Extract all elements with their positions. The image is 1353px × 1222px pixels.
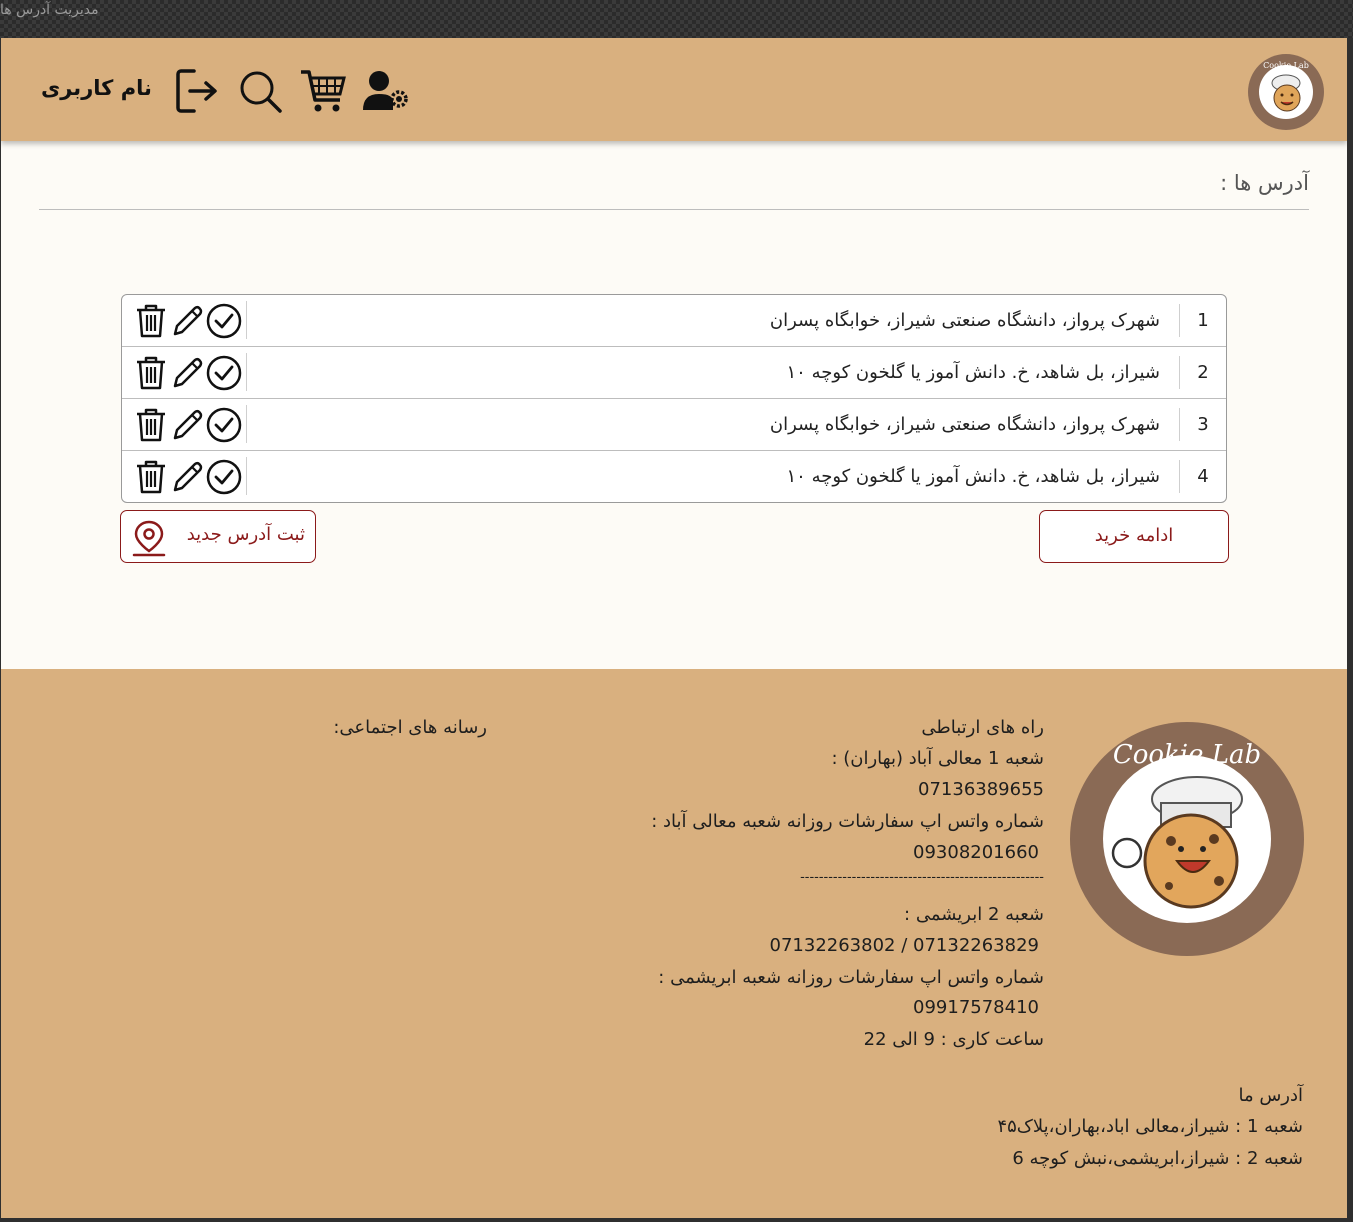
svg-text:Cookie Lab: Cookie Lab (1113, 740, 1261, 770)
branch2-address: شعبه 2 : شیراز،ابریشمی،نبش کوچه 6 (1012, 1148, 1303, 1169)
address-row[interactable]: 3 شهرک پرواز، دانشگاه صنعتی شیراز، خوابگا… (122, 399, 1226, 451)
address-actions (122, 457, 247, 495)
location-pin-icon (132, 520, 166, 557)
window-title: مدیریت آدرس ها (0, 2, 99, 18)
new-address-label: ثبت آدرس جدید (186, 524, 305, 545)
address-number: 1 (1179, 304, 1226, 337)
branch2-whatsapp[interactable]: 09917578410 (913, 997, 1039, 1018)
trash-icon[interactable] (134, 303, 168, 339)
address-number: 2 (1179, 356, 1226, 389)
edit-icon[interactable] (170, 407, 204, 443)
branch2-title: شعبه 2 ابریشمی : (904, 904, 1044, 925)
page-title: آدرس ها : (1220, 171, 1309, 195)
edit-icon[interactable] (170, 303, 204, 339)
address-table: 1 شهرک پرواز، دانشگاه صنعتی شیراز، خوابگا… (121, 294, 1227, 503)
branch1-whatsapp[interactable]: 09308201660 (913, 842, 1039, 863)
working-hours: ساعت کاری : 9 الی 22 (863, 1029, 1044, 1050)
cart-icon[interactable] (299, 68, 347, 114)
branch1-address: شعبه 1 : شیراز،معالی اباد،بهاران،پلاک۴۵ (997, 1116, 1303, 1137)
header: Cookie Lab نام کاربری (1, 38, 1347, 141)
separator: ----------------------------------------… (800, 870, 1044, 885)
cookie-lab-logo[interactable]: Cookie Lab (1247, 53, 1325, 131)
select-check-icon[interactable] (206, 355, 242, 391)
page: Cookie Lab نام کاربری آدرس ها : 1 شهرک پر… (1, 38, 1347, 1218)
branch2-phones[interactable]: 07132263829 / 07132263802 (770, 935, 1039, 956)
trash-icon[interactable] (134, 355, 168, 391)
divider (39, 209, 1309, 210)
address-row[interactable]: 2 شیراز، بل شاهد، خ. دانش آموز یا گلخون ک… (122, 347, 1226, 399)
svg-text:Cookie Lab: Cookie Lab (1263, 61, 1309, 70)
username-label[interactable]: نام کاربری (41, 76, 152, 100)
branch2-whatsapp-label: شماره واتس اپ سفارشات روزانه شعبه ابریشم… (658, 967, 1044, 988)
address-row[interactable]: 4 شیراز، بل شاهد، خ. دانش آموز یا گلخون ک… (122, 451, 1226, 502)
trash-icon[interactable] (134, 407, 168, 443)
cookie-lab-logo-large: Cookie Lab (1070, 722, 1304, 956)
our-address-title: آدرس ما (1238, 1085, 1303, 1106)
search-icon[interactable] (239, 70, 283, 114)
social-media-title: رسانه های اجتماعی: (333, 717, 487, 738)
address-text: شهرک پرواز، دانشگاه صنعتی شیراز، خوابگاه… (769, 310, 1160, 331)
branch1-whatsapp-label: شماره واتس اپ سفارشات روزانه شعبه معالی … (651, 811, 1044, 832)
address-text: شیراز، بل شاهد، خ. دانش آموز یا گلخون کو… (786, 466, 1161, 487)
select-check-icon[interactable] (206, 303, 242, 339)
trash-icon[interactable] (134, 459, 168, 495)
branch1-phone[interactable]: 07136389655 (918, 779, 1044, 800)
address-number: 4 (1179, 460, 1226, 493)
address-number: 3 (1179, 408, 1226, 441)
address-text: شهرک پرواز، دانشگاه صنعتی شیراز، خوابگاه… (769, 414, 1160, 435)
edit-icon[interactable] (170, 459, 204, 495)
window-titlebar: مدیریت آدرس ها (0, 0, 1353, 38)
address-actions (122, 353, 247, 391)
address-actions (122, 301, 247, 339)
user-settings-icon[interactable] (361, 70, 409, 112)
address-text: شیراز، بل شاهد، خ. دانش آموز یا گلخون کو… (786, 362, 1161, 383)
select-check-icon[interactable] (206, 459, 242, 495)
contact-title: راه های ارتباطی (921, 717, 1044, 738)
footer: Cookie Lab راه های ارتباطی شعبه 1 معالی … (1, 669, 1347, 1218)
address-actions (122, 405, 247, 443)
branch1-title: شعبه 1 معالی آباد (بهاران) : (831, 748, 1044, 769)
edit-icon[interactable] (170, 355, 204, 391)
address-row[interactable]: 1 شهرک پرواز، دانشگاه صنعتی شیراز، خوابگا… (122, 295, 1226, 347)
new-address-button[interactable]: ثبت آدرس جدید (120, 510, 316, 563)
continue-shopping-button[interactable]: ادامه خرید (1039, 510, 1229, 563)
logout-icon[interactable] (176, 68, 220, 114)
select-check-icon[interactable] (206, 407, 242, 443)
